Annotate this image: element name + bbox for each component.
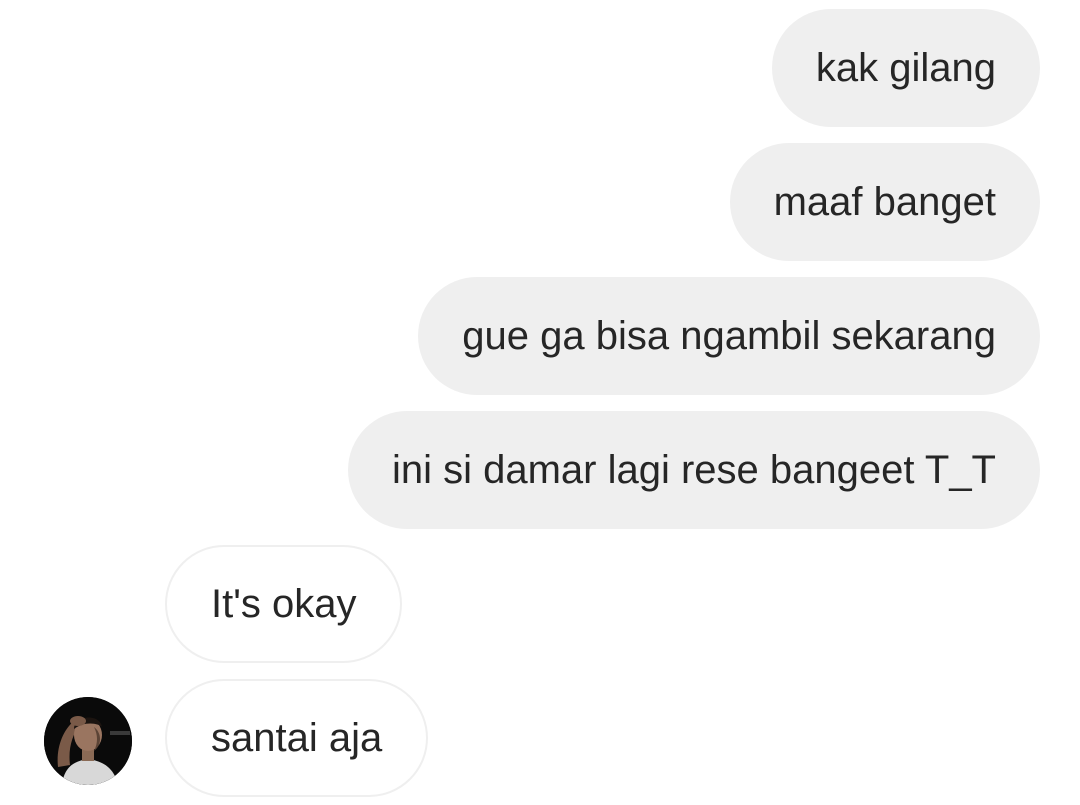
incoming-message-bubble[interactable]: santai aja [165,679,429,797]
outgoing-message-bubble[interactable]: gue ga bisa ngambil sekarang [418,277,1040,395]
user-avatar-icon [44,697,132,785]
message-text: It's okay [211,582,357,626]
outgoing-message-bubble[interactable]: ini si damar lagi rese bangeet T_T [347,411,1040,529]
message-text: ini si damar lagi rese bangeet T_T [391,448,996,492]
message-text: gue ga bisa ngambil sekarang [462,314,996,358]
message-text: maaf banget [773,180,996,224]
chat-thread: kak gilang maaf banget gue ga bisa ngamb… [0,0,1080,805]
outgoing-message-bubble[interactable]: maaf banget [729,143,1040,261]
outgoing-message-bubble[interactable]: kak gilang [771,9,1040,127]
sender-avatar[interactable] [44,697,132,785]
incoming-message-bubble[interactable]: It's okay [165,545,403,663]
message-text: kak gilang [815,46,996,90]
message-text: santai aja [211,716,383,760]
